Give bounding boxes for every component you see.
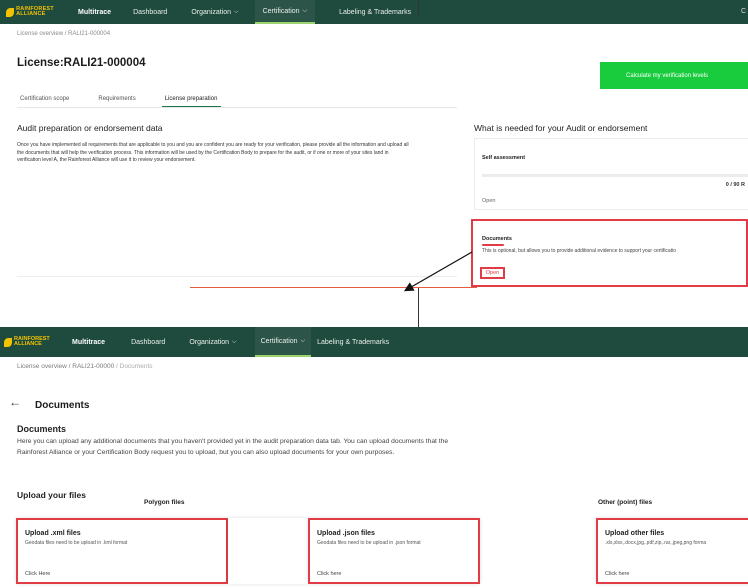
polygon-files-label: Polygon files <box>144 499 185 506</box>
needed-heading: What is needed for your Audit or endorse… <box>474 123 648 133</box>
self-assessment-count: 0 / 90 R <box>725 182 745 188</box>
nav-organization-label: Organization <box>191 8 232 16</box>
chevron-down-icon: ⌵ <box>232 338 237 345</box>
documents-description: This is optional, but allows you to prov… <box>482 248 676 254</box>
documents-card: Documents This is optional, but allows y… <box>471 219 748 287</box>
audit-description: Once you have implemented all requiremen… <box>17 142 409 164</box>
audit-heading: Audit preparation or endorsement data <box>17 123 163 133</box>
nav-organization-label: Organization <box>189 338 230 346</box>
frog-logo-icon <box>6 7 15 17</box>
red-underline-annotation <box>482 244 504 246</box>
license-preparation-screen: RAINFOREST ALLIANCE Multitrace Dashboard… <box>0 0 748 292</box>
brand-name[interactable]: Multitrace <box>78 9 111 16</box>
red-separator-line <box>190 287 477 288</box>
upload-card-link[interactable]: Click here <box>317 571 341 577</box>
calculate-verification-levels-button[interactable]: Calculate my verification levels <box>600 62 748 89</box>
upload-other-card[interactable]: Upload other files .xls,xlsx,.docx,jpg,.… <box>596 518 748 584</box>
chevron-down-icon: ⌵ <box>302 7 308 14</box>
upload-card-title: Upload other files <box>605 530 665 537</box>
nav-certification-label: Certification <box>262 7 300 15</box>
self-assessment-progress-bar <box>482 174 748 177</box>
upload-card-desc: Geodata files need to be upload in .kml … <box>25 540 128 546</box>
breadcrumb-link[interactable]: License overview / RALI21-00000 <box>17 363 114 370</box>
documents-screen: RAINFOREST ALLIANCE Multitrace Dashboard… <box>0 327 748 588</box>
upload-card-desc: .xls,xlsx,.docx,jpg,.pdf,zip,.rar,.jpeg,… <box>605 540 707 546</box>
logo-text: RAINFOREST ALLIANCE <box>16 6 54 17</box>
upload-card-link[interactable]: Click here <box>605 571 629 577</box>
upload-json-card[interactable]: Upload .json files Geodata files need to… <box>308 518 480 584</box>
nav-certification[interactable]: Certification ⌵ <box>254 327 312 357</box>
divider <box>17 276 457 277</box>
upload-card-title: Upload .xml files <box>25 530 81 537</box>
nav-labeling[interactable]: Labeling & Trademarks <box>339 0 411 24</box>
brand-name[interactable]: Multitrace <box>72 339 105 346</box>
nav-dashboard[interactable]: Dashboard <box>131 327 165 357</box>
back-arrow-icon[interactable]: ← <box>9 395 21 409</box>
upload-card-link[interactable]: Click Here <box>25 571 50 577</box>
chevron-down-icon: ⌵ <box>234 8 239 15</box>
documents-description: Here you can upload any additional docum… <box>17 438 449 456</box>
upload-card-title: Upload .json files <box>317 530 375 537</box>
chevron-down-icon: ⌵ <box>300 337 306 344</box>
documents-open-link[interactable]: Open <box>480 267 505 279</box>
upload-xml-card[interactable]: Upload .xml files Geodata files need to … <box>16 518 228 584</box>
self-assessment-title: Self assessment <box>482 155 526 161</box>
frog-logo-icon <box>4 337 13 347</box>
nav-certification-label: Certification <box>260 337 298 345</box>
tab-requirements[interactable]: Requirements <box>95 96 135 107</box>
rainforest-logo[interactable]: RAINFOREST ALLIANCE <box>4 336 72 347</box>
self-assessment-card: Self assessment 0 / 90 R Open <box>474 138 748 210</box>
rainforest-logo[interactable]: RAINFOREST ALLIANCE <box>6 6 78 17</box>
other-files-label: Other (point) files <box>598 499 653 506</box>
tab-license-preparation[interactable]: License preparation <box>161 96 222 107</box>
top-navbar: RAINFOREST ALLIANCE Multitrace Dashboard… <box>0 327 748 357</box>
connector-line <box>418 0 419 16</box>
documents-title: Documents <box>482 236 512 242</box>
user-initial[interactable]: C <box>741 8 746 15</box>
page-title: License:RALI21-000004 <box>17 57 146 69</box>
logo-text: RAINFOREST ALLIANCE <box>14 336 50 347</box>
upload-heading: Upload your files <box>17 490 86 500</box>
self-assessment-open-link[interactable]: Open <box>482 198 495 204</box>
tab-divider <box>17 107 457 108</box>
connector-line <box>418 288 419 328</box>
breadcrumb-current: / Documents <box>116 363 153 370</box>
nav-organization[interactable]: Organization ⌵ <box>189 327 236 357</box>
license-tabs: Certification scope Requirements License… <box>17 96 247 107</box>
upload-card-desc: Geodata files need to be upload in .json… <box>317 540 421 546</box>
nav-dashboard[interactable]: Dashboard <box>133 0 167 24</box>
documents-heading: Documents <box>17 424 67 434</box>
breadcrumb: License overview / RALI21-00000 / Docume… <box>17 363 153 370</box>
tab-certification-scope[interactable]: Certification scope <box>17 96 69 107</box>
breadcrumb[interactable]: License overview / RALI21-000004 <box>17 31 110 37</box>
page-title: Documents <box>35 400 90 411</box>
upload-card-spacer <box>228 518 308 584</box>
top-navbar: RAINFOREST ALLIANCE Multitrace Dashboard… <box>0 0 748 24</box>
nav-certification[interactable]: Certification ⌵ <box>254 0 316 24</box>
nav-labeling[interactable]: Labeling & Trademarks <box>317 327 389 357</box>
nav-organization[interactable]: Organization ⌵ <box>191 0 238 24</box>
